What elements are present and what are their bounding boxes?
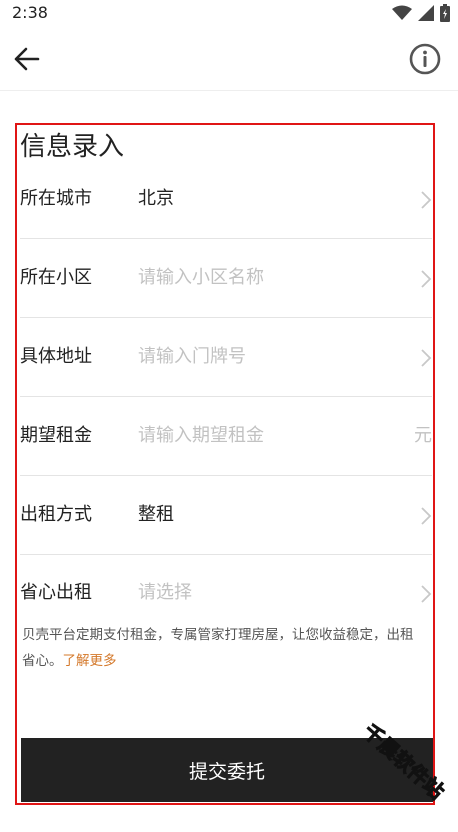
row-label: 所在城市 (20, 188, 92, 209)
info-note: 贝壳平台定期支付租金，专属管家打理房屋，让您收益稳定，出租省心。了解更多 (22, 622, 414, 674)
worry-free-placeholder: 请选择 (138, 582, 192, 603)
chevron-right-icon (421, 585, 432, 603)
chevron-right-icon (421, 349, 432, 367)
learn-more-link[interactable]: 了解更多 (63, 653, 117, 669)
info-button[interactable] (408, 42, 442, 76)
chevron-right-icon (421, 270, 432, 288)
form-row-address[interactable]: 具体地址 请输入门牌号 (20, 318, 432, 397)
rental-mode-value: 整租 (138, 504, 174, 525)
battery-icon (440, 4, 450, 22)
rent-unit: 元 (414, 425, 432, 446)
row-label: 具体地址 (20, 346, 92, 367)
arrow-left-icon (14, 47, 40, 71)
status-bar: 2:38 (0, 0, 458, 26)
form-title: 信息录入 (20, 132, 125, 162)
rent-input-placeholder[interactable]: 请输入期望租金 (138, 421, 264, 447)
status-time: 2:38 (12, 3, 48, 22)
form-row-rent[interactable]: 期望租金 请输入期望租金 元 (20, 397, 432, 476)
form-row-worry-free[interactable]: 省心出租 请选择 (20, 554, 432, 618)
form-row-rental-mode[interactable]: 出租方式 整租 (20, 476, 432, 555)
info-circle-icon (409, 43, 441, 75)
chevron-right-icon (421, 191, 432, 209)
row-label: 期望租金 (20, 425, 92, 446)
row-label: 省心出租 (20, 582, 92, 603)
form-row-community[interactable]: 所在小区 请输入小区名称 (20, 239, 432, 318)
signal-icon (418, 5, 434, 21)
city-value: 北京 (138, 188, 174, 209)
wifi-icon (392, 5, 412, 20)
back-button[interactable] (10, 42, 44, 76)
address-placeholder: 请输入门牌号 (138, 346, 246, 367)
row-label: 所在小区 (20, 267, 92, 288)
status-icons (392, 4, 450, 22)
form-row-city[interactable]: 所在城市 北京 (20, 160, 432, 239)
community-placeholder: 请输入小区名称 (138, 267, 264, 288)
chevron-right-icon (421, 507, 432, 525)
app-bar (0, 26, 458, 91)
row-label: 出租方式 (20, 504, 92, 525)
